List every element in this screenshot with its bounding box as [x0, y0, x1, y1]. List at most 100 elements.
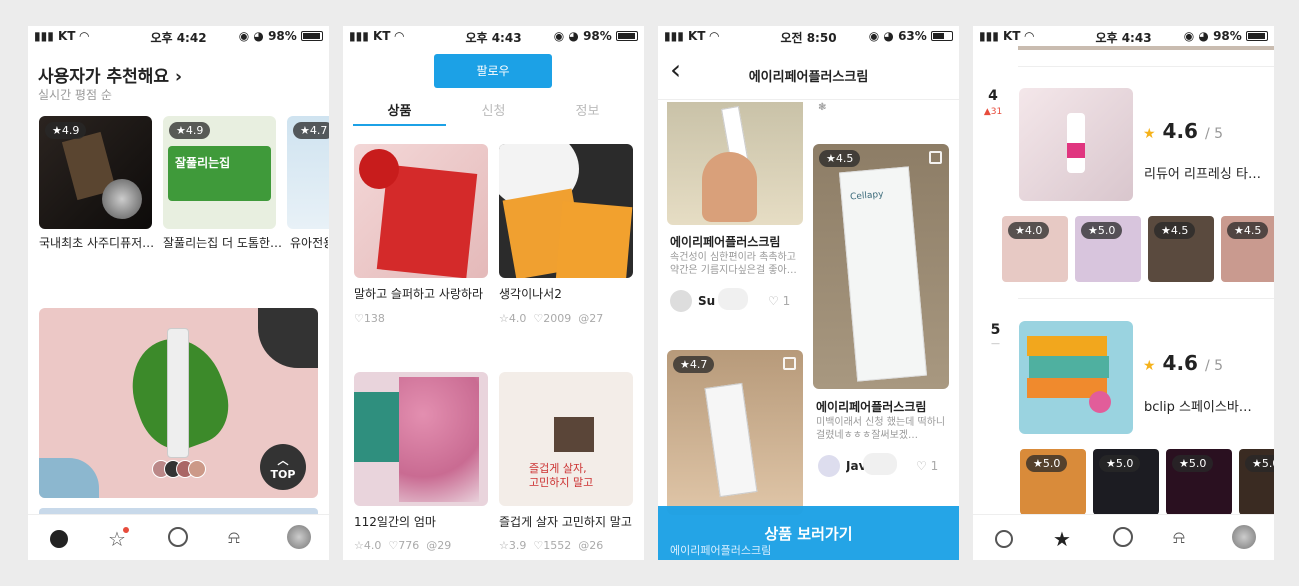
compass-icon[interactable]	[168, 527, 190, 549]
status-bar: ▮▮▮ KT ◠ 오후 4:43 ◉ ◕ 98%	[343, 26, 644, 46]
score: ★ 4.6 / 5	[1143, 351, 1224, 375]
timer-icon[interactable]	[993, 527, 1015, 549]
star-icon: ★	[1143, 126, 1156, 142]
avatar-group	[152, 460, 206, 482]
review-text: 속건성이 심한편이라 촉촉하고 약간은 기름지다싶은걸 좋아…	[670, 252, 797, 276]
review-product: 에이리페어플러스크림	[670, 544, 772, 557]
product-name: 생각이나서2	[499, 287, 562, 301]
rating-badge: ★4.5	[819, 150, 861, 167]
follow-button[interactable]: 팔로우	[434, 54, 552, 88]
product-name: 말하고 슬퍼하고 사랑하라	[354, 287, 484, 301]
username: Su	[698, 294, 716, 308]
avatar[interactable]	[1232, 525, 1256, 549]
rating-badge: ★5.0	[1026, 455, 1068, 472]
product-image[interactable]: 즐겁게 살자, 고민하지 말고	[499, 372, 633, 506]
review-thumbnail[interactable]: ★4.5	[1221, 216, 1274, 282]
score: ★ 4.6 / 5	[1143, 119, 1224, 143]
rating-badge: ★5.0	[1245, 455, 1274, 472]
product-name: 유아전용	[290, 236, 328, 250]
review-thumbnail[interactable]: ★4.0	[1002, 216, 1068, 282]
review-thumbnail[interactable]: ★5.0	[1239, 449, 1274, 515]
star-icon[interactable]: ☆	[108, 527, 130, 551]
rating-badge: ★4.7	[673, 356, 715, 373]
chevron-right-icon: ›	[174, 67, 182, 87]
avatar[interactable]	[287, 525, 311, 549]
multi-image-icon	[929, 151, 942, 164]
tab-bar: ☆ ⍾	[28, 514, 329, 560]
product-card-image[interactable]: ★4.9	[39, 116, 152, 229]
product-stats: ☆4.0 ♡776 @29	[354, 539, 452, 552]
product-name: 리듀어 리프레싱 타…	[1144, 167, 1261, 182]
rating-badge: ★4.0	[1008, 222, 1050, 239]
product-image[interactable]	[354, 372, 488, 506]
review-text: 미백이래서 신청 했는데 떡하니 걸렸네ㅎㅎㅎ잘써보겠…	[816, 417, 946, 441]
review-thumbnail[interactable]: ★5.0	[1093, 449, 1159, 515]
avatar[interactable]	[670, 290, 692, 312]
scroll-top-button[interactable]: ︿ TOP	[260, 444, 306, 490]
product-stats: ☆3.9 ♡1552 @26	[499, 539, 604, 552]
product-image[interactable]	[354, 144, 488, 278]
tab-indicator	[353, 124, 446, 126]
rating-badge: ★4.5	[1154, 222, 1196, 239]
rank-change: ▲31	[983, 107, 1003, 117]
status-bar: ▮▮▮ KT ◠ 오후 4:42 ◉ ◕ 98%	[28, 26, 329, 46]
product-name: 112일간의 엄마	[354, 515, 436, 529]
product-name: bclip 스페이스바…	[1144, 400, 1252, 415]
tab-applications[interactable]: 신청	[447, 100, 540, 119]
product-name: 잘풀리는집 더 도톰한…	[163, 236, 281, 250]
product-image[interactable]	[499, 144, 633, 278]
rating-badge: ★4.9	[45, 122, 87, 139]
product-card-image[interactable]: ★4.7	[287, 116, 329, 229]
review-thumbnail[interactable]: ★5.0	[1166, 449, 1232, 515]
book-cover-text: 즐겁게 살자, 고민하지 말고	[529, 462, 594, 489]
like-count[interactable]: ♡ 1	[768, 294, 790, 308]
rating-badge: ★4.9	[169, 122, 211, 139]
box-brand: Cellapy	[849, 189, 884, 203]
like-count: ♡138	[354, 312, 385, 325]
rating-badge: ★5.0	[1099, 455, 1141, 472]
section-subtitle: 실시간 평점 순	[38, 88, 112, 102]
bell-icon[interactable]: ⍾	[1173, 527, 1195, 549]
review-product: 에이리페어플러스크림	[816, 400, 927, 414]
like-count[interactable]: ♡ 1	[916, 459, 938, 473]
review-product: 에이리페어플러스크림	[670, 235, 781, 249]
tab-info[interactable]: 정보	[541, 100, 634, 119]
battery: ◉ ◕ 98%	[239, 29, 323, 43]
product-name: 즐겁게 살자 고민하지 말고	[499, 515, 632, 529]
screen-product-reviews: ▮▮▮ KT ◠ 오전 8:50 ◉ ◕ 63% ‹ 에이리페어플러스크림 에이…	[658, 26, 959, 560]
bell-icon[interactable]: ⍾	[228, 527, 250, 549]
chevron-up-icon: ︿	[277, 454, 289, 467]
view-product-button[interactable]: 상품 보러가기 에이리페어플러스크림	[658, 506, 959, 560]
product-image[interactable]	[1019, 321, 1133, 434]
timer-icon[interactable]	[48, 527, 70, 549]
rating-badge: ★4.5	[1227, 222, 1269, 239]
star-icon: ★	[1143, 358, 1156, 374]
box-label: 잘풀리는집	[175, 156, 231, 170]
product-stats: ☆4.0 ♡2009 @27	[499, 312, 604, 325]
review-thumbnail[interactable]: ★5.0	[1075, 216, 1141, 282]
section-title[interactable]: 사용자가 추천해요 ›	[38, 62, 182, 87]
product-name: 국내최초 사주디퓨저…	[39, 236, 154, 250]
star-icon[interactable]: ★	[1053, 527, 1075, 551]
product-card-image[interactable]: 잘풀리는집 ★4.9	[163, 116, 276, 229]
rating-badge: ★5.0	[1081, 222, 1123, 239]
compass-icon[interactable]	[1113, 527, 1135, 549]
rating-badge: ★4.7	[293, 122, 329, 139]
review-image[interactable]: ★4.7	[667, 350, 803, 515]
rank-number: 5	[990, 322, 1001, 338]
rank-change: —	[991, 339, 1000, 349]
review-thumbnail[interactable]: ★4.5	[1148, 216, 1214, 282]
multi-image-icon	[783, 357, 796, 370]
review-thumbnail[interactable]: ★5.0	[1020, 449, 1086, 515]
review-image[interactable]: Cellapy ★4.5	[813, 144, 949, 389]
status-bar: ▮▮▮ KT ◠ 오후 4:43 ◉ ◕ 98%	[973, 26, 1274, 46]
avatar[interactable]	[818, 455, 840, 477]
rank-number: 4	[988, 88, 998, 104]
status-bar: ▮▮▮ KT ◠ 오전 8:50 ◉ ◕ 63%	[658, 26, 959, 46]
product-image[interactable]	[1019, 88, 1133, 201]
tab-bar: ★ ⍾	[973, 514, 1274, 560]
tab-products[interactable]: 상품	[353, 100, 446, 119]
review-image[interactable]	[667, 102, 803, 225]
screen-ranking: ▮▮▮ KT ◠ 오후 4:43 ◉ ◕ 98% 4 ▲31 ★ 4.6 / 5…	[973, 26, 1274, 560]
rating-badge: ★5.0	[1172, 455, 1214, 472]
